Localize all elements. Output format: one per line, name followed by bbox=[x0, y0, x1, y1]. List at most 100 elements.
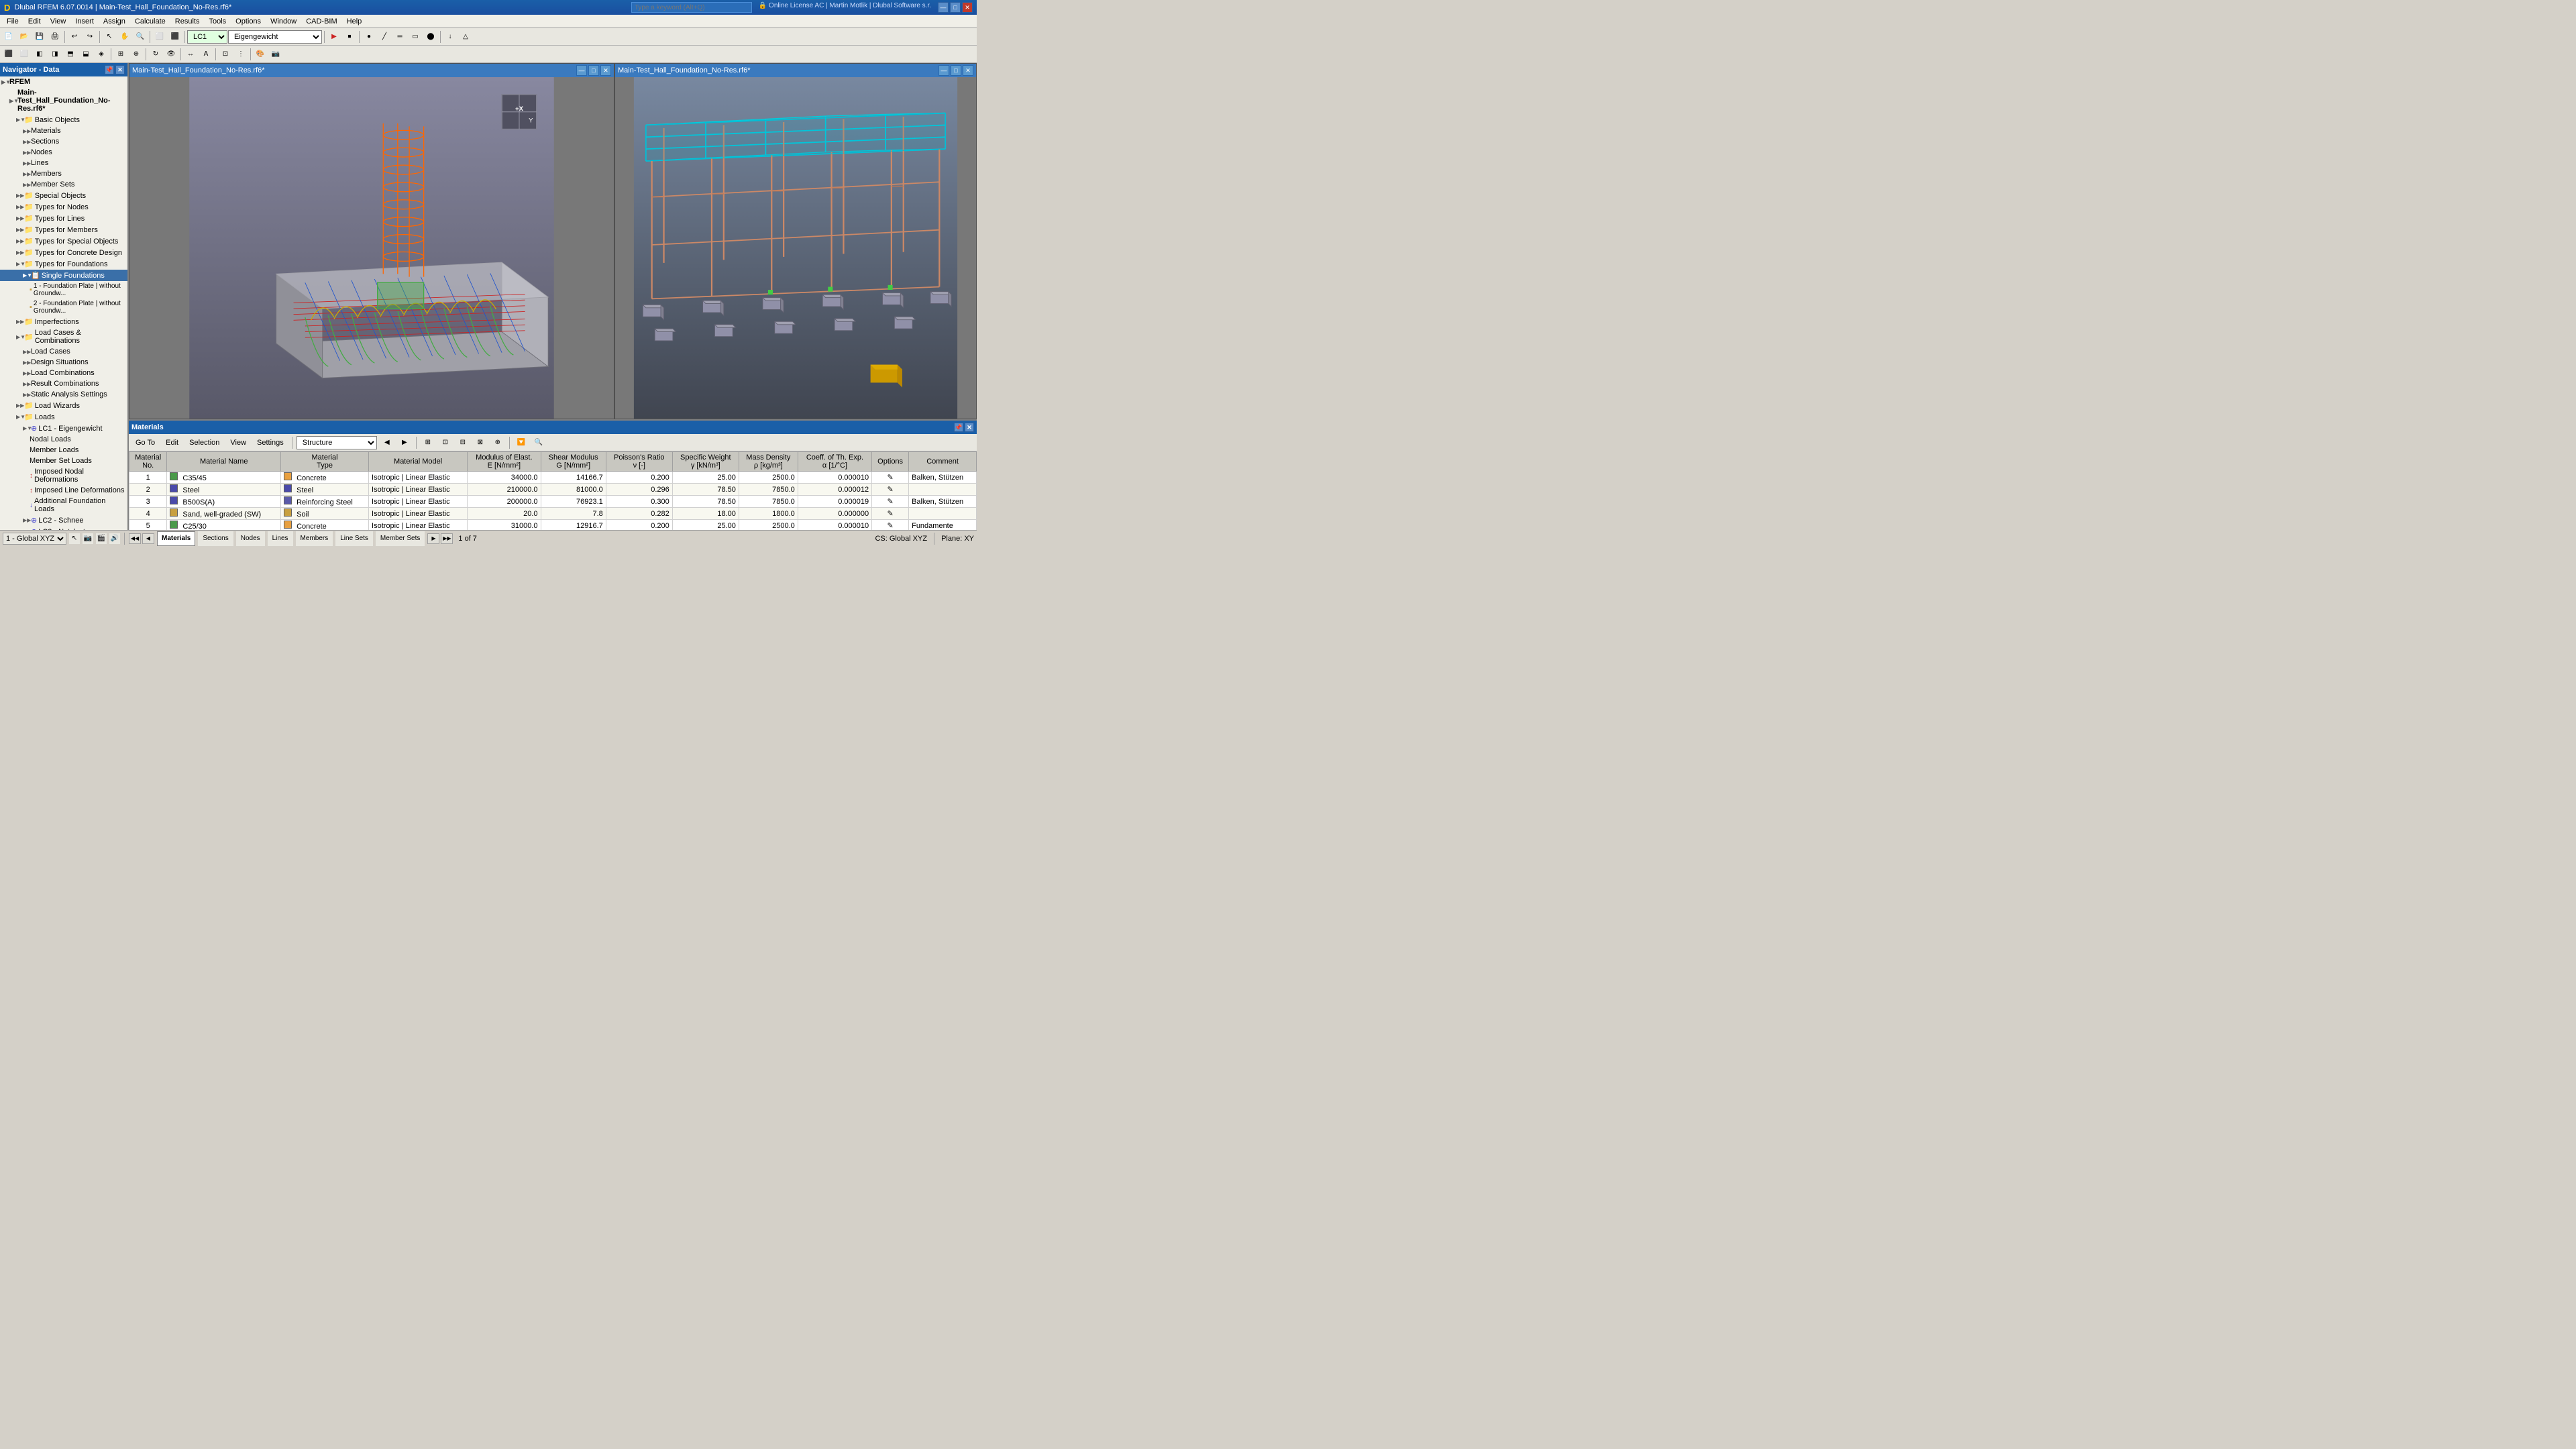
bottom-close-btn[interactable]: ✕ bbox=[965, 423, 974, 432]
solid-shape-btn[interactable]: ⬤ bbox=[423, 30, 438, 44]
viewport-left-canvas[interactable]: +X Y bbox=[129, 77, 614, 419]
bottom-tb3[interactable]: ⊟ bbox=[455, 435, 470, 450]
vp-left-close[interactable]: ✕ bbox=[600, 65, 611, 76]
menu-window[interactable]: Window bbox=[266, 16, 301, 27]
nav-lc2[interactable]: ▶ ⊕ LC2 - Schnee bbox=[0, 515, 127, 526]
nav-pin-btn[interactable]: 📌 bbox=[105, 65, 114, 74]
menu-cad-bim[interactable]: CAD-BIM bbox=[302, 16, 341, 27]
menu-help[interactable]: Help bbox=[343, 16, 366, 27]
bottom-search-btn[interactable]: 🔍 bbox=[531, 435, 546, 450]
node-btn[interactable]: ● bbox=[362, 30, 376, 44]
nav-lc1[interactable]: ▼ ⊕ LC1 - Eigengewicht bbox=[0, 423, 127, 434]
annotation-btn[interactable]: A bbox=[199, 47, 213, 62]
tab-sections-btn[interactable]: Sections bbox=[198, 531, 233, 546]
vp-left-max[interactable]: □ bbox=[588, 65, 599, 76]
nav-nodal-loads[interactable]: Nodal Loads bbox=[0, 434, 127, 445]
tab-lines-btn[interactable]: Lines bbox=[268, 531, 293, 546]
surface-btn[interactable]: ▭ bbox=[408, 30, 423, 44]
bottom-edit[interactable]: Edit bbox=[162, 437, 182, 448]
snap-btn[interactable]: ⊡ bbox=[218, 47, 233, 62]
load-btn[interactable]: ↓ bbox=[443, 30, 458, 44]
table-row[interactable]: 1 C35/45 Concrete Isotropic | Linear Ela… bbox=[129, 472, 977, 484]
nav-types-lines[interactable]: ▶ 📁 Types for Lines bbox=[0, 213, 127, 224]
line-btn[interactable]: ╱ bbox=[377, 30, 392, 44]
table-row[interactable]: 4 Sand, well-graded (SW) Soil Isotropic … bbox=[129, 508, 977, 520]
nav-materials[interactable]: ▶ Materials bbox=[0, 125, 127, 136]
nav-close-btn[interactable]: ✕ bbox=[115, 65, 125, 74]
nav-load-combinations[interactable]: ▶ Load Combinations bbox=[0, 368, 127, 378]
nav-imposed-line[interactable]: ↕ Imposed Line Deformations bbox=[0, 485, 127, 496]
viewport-left[interactable]: Main-Test_Hall_Foundation_No-Res.rf6* — … bbox=[129, 63, 614, 419]
nav-imperfections[interactable]: ▶ 📁 Imperfections bbox=[0, 316, 127, 327]
right-view-btn[interactable]: ◨ bbox=[48, 47, 62, 62]
save-btn[interactable]: 💾 bbox=[32, 30, 47, 44]
back-view-btn[interactable]: ⬜ bbox=[17, 47, 32, 62]
nav-load-cases-combo[interactable]: ▼ 📁 Load Cases & Combinations bbox=[0, 327, 127, 346]
tab-materials-btn[interactable]: Materials bbox=[157, 531, 195, 546]
status-arrow-btn[interactable]: ↖ bbox=[69, 533, 80, 544]
maximize-button[interactable]: □ bbox=[950, 2, 961, 13]
menu-results[interactable]: Results bbox=[171, 16, 204, 27]
menu-file[interactable]: File bbox=[3, 16, 23, 27]
table-row[interactable]: 3 B500S(A) Reinforcing Steel Isotropic |… bbox=[129, 496, 977, 508]
nav-sf-1[interactable]: ▪ 1 - Foundation Plate | without Groundw… bbox=[0, 281, 127, 299]
nav-imposed-nodal[interactable]: ↕ Imposed Nodal Deformations bbox=[0, 466, 127, 485]
nav-design-situations[interactable]: ▶ Design Situations bbox=[0, 357, 127, 368]
status-film-btn[interactable]: 🎬 bbox=[96, 533, 107, 544]
menu-assign[interactable]: Assign bbox=[99, 16, 129, 27]
wireframe-btn[interactable]: ⬜ bbox=[152, 30, 167, 44]
nav-members[interactable]: ▶ Members bbox=[0, 168, 127, 179]
left-view-btn[interactable]: ◧ bbox=[32, 47, 47, 62]
nav-member-sets[interactable]: ▶ Member Sets bbox=[0, 179, 127, 190]
menu-insert[interactable]: Insert bbox=[71, 16, 98, 27]
nav-loads[interactable]: ▼ 📁 Loads bbox=[0, 411, 127, 423]
menu-calculate[interactable]: Calculate bbox=[131, 16, 170, 27]
bottom-tb5[interactable]: ⊕ bbox=[490, 435, 505, 450]
nav-member-loads[interactable]: Member Loads bbox=[0, 445, 127, 455]
nav-sf-2[interactable]: ▪ 2 - Foundation Plate | without Groundw… bbox=[0, 299, 127, 316]
redo-btn[interactable]: ↪ bbox=[83, 30, 97, 44]
stop-btn[interactable]: ⏹ bbox=[342, 30, 357, 44]
pan-btn[interactable]: ✋ bbox=[117, 30, 132, 44]
bottom-tb4[interactable]: ⊠ bbox=[473, 435, 488, 450]
search-input[interactable] bbox=[631, 2, 752, 13]
nav-basic-objects[interactable]: ▼ 📁 Basic Objects bbox=[0, 114, 127, 125]
select-btn[interactable]: ↖ bbox=[102, 30, 117, 44]
bottom-selection[interactable]: Selection bbox=[185, 437, 223, 448]
nav-add-foundation-loads[interactable]: ↓ Additional Foundation Loads bbox=[0, 496, 127, 515]
vp-right-close[interactable]: ✕ bbox=[963, 65, 973, 76]
nav-result-combinations[interactable]: ▶ Result Combinations bbox=[0, 378, 127, 389]
nav-types-foundations[interactable]: ▼ 📁 Types for Foundations bbox=[0, 258, 127, 270]
nav-static-analysis[interactable]: ▶ Static Analysis Settings bbox=[0, 389, 127, 400]
bottom-goto[interactable]: Go To bbox=[131, 437, 159, 448]
nav-load-cases[interactable]: ▶ Load Cases bbox=[0, 346, 127, 357]
rotate-btn[interactable]: ↻ bbox=[148, 47, 163, 62]
nav-rfem-root[interactable]: ▼ RFEM bbox=[0, 76, 127, 87]
status-speaker-btn[interactable]: 🔊 bbox=[109, 533, 120, 544]
tab-line-sets-btn[interactable]: Line Sets bbox=[335, 531, 373, 546]
bottom-view[interactable]: View bbox=[226, 437, 250, 448]
bottom-view-btn[interactable]: ⬓ bbox=[78, 47, 93, 62]
grid-btn[interactable]: ⋮ bbox=[233, 47, 248, 62]
cell-options[interactable]: ✎ bbox=[872, 520, 909, 531]
menu-view[interactable]: View bbox=[46, 16, 70, 27]
viewport-right[interactable]: Main-Test_Hall_Foundation_No-Res.rf6* — … bbox=[614, 63, 977, 419]
run-btn[interactable]: ▶ bbox=[327, 30, 341, 44]
bottom-filter[interactable]: Structure bbox=[297, 436, 377, 449]
bottom-filter-btn[interactable]: 🔽 bbox=[514, 435, 529, 450]
nav-types-concrete[interactable]: ▶ 📁 Types for Concrete Design bbox=[0, 247, 127, 258]
table-row[interactable]: 5 C25/30 Concrete Isotropic | Linear Ela… bbox=[129, 520, 977, 531]
top-view-btn[interactable]: ⬒ bbox=[63, 47, 78, 62]
dimension-btn[interactable]: ↔ bbox=[183, 47, 198, 62]
front-view-btn[interactable]: ⬛ bbox=[1, 47, 16, 62]
cell-options[interactable]: ✎ bbox=[872, 508, 909, 520]
zoom-select-btn[interactable]: ⊕ bbox=[129, 47, 144, 62]
cell-options[interactable]: ✎ bbox=[872, 484, 909, 496]
menu-options[interactable]: Options bbox=[231, 16, 265, 27]
nav-lc3[interactable]: ▶ ⊕ LC3 - Nutzlast bbox=[0, 526, 127, 530]
vp-right-max[interactable]: □ bbox=[951, 65, 961, 76]
bottom-tb2[interactable]: ⊡ bbox=[438, 435, 453, 450]
support-btn[interactable]: △ bbox=[458, 30, 473, 44]
nav-types-nodes[interactable]: ▶ 📁 Types for Nodes bbox=[0, 201, 127, 213]
bottom-pin-btn[interactable]: 📌 bbox=[954, 423, 963, 432]
